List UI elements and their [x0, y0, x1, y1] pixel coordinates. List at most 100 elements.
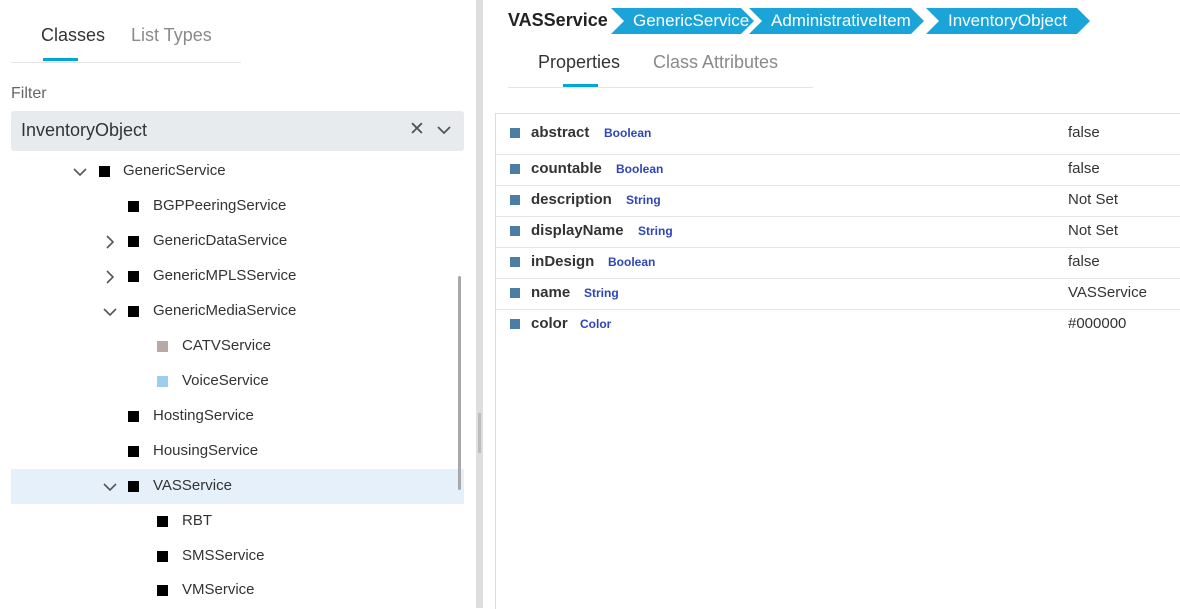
tree-item-genericmplsservice[interactable]: GenericMPLSService: [11, 259, 464, 294]
property-value: Not Set: [1068, 222, 1119, 239]
class-color-swatch: [128, 271, 139, 282]
tree-item-label: GenericService: [123, 162, 226, 179]
breadcrumb-title: VASService: [508, 10, 608, 30]
property-type: String: [626, 193, 661, 207]
property-value: false: [1068, 253, 1100, 270]
class-color-swatch: [128, 236, 139, 247]
property-type: String: [638, 224, 673, 238]
tree-item-voiceservice[interactable]: VoiceService: [11, 364, 464, 399]
tree-item-label: HousingService: [153, 442, 259, 459]
chevron-down-icon[interactable]: [102, 304, 118, 320]
tab-class-attributes[interactable]: Class Attributes: [653, 52, 778, 73]
property-name: abstract: [531, 124, 590, 141]
tree-item-label: VASService: [153, 477, 232, 494]
property-value: false: [1068, 160, 1100, 177]
property-name: name: [531, 284, 571, 301]
class-color-swatch: [128, 306, 139, 317]
property-value: false: [1068, 124, 1100, 141]
tree-item-vmservice[interactable]: VMService: [11, 573, 464, 608]
filter-label: Filter: [11, 85, 47, 102]
class-color-swatch: [157, 341, 168, 352]
breadcrumb-chip[interactable]: InventoryObject: [926, 8, 1090, 34]
breadcrumb-chip[interactable]: AdministrativeItem: [749, 8, 924, 34]
class-color-swatch: [128, 201, 139, 212]
class-color-swatch: [157, 585, 168, 596]
property-type: Boolean: [604, 126, 652, 140]
tree-item-label: GenericMediaService: [153, 302, 297, 319]
property-name: description: [531, 191, 612, 208]
active-tab-indicator: [43, 58, 78, 61]
class-color-swatch: [128, 446, 139, 457]
property-row-indesign[interactable]: inDesign Boolean false: [496, 247, 1180, 279]
class-color-swatch: [157, 516, 168, 527]
tree-item-genericdataservice[interactable]: GenericDataService: [11, 224, 464, 259]
pane-splitter[interactable]: [476, 0, 483, 608]
tree-item-label: RBT: [182, 512, 212, 529]
filter-combobox[interactable]: InventoryObject ✕: [11, 111, 464, 151]
class-color-swatch: [157, 376, 168, 387]
property-marker: [510, 226, 520, 236]
tree-item-smsservice[interactable]: SMSService: [11, 539, 464, 574]
tree-item-label: CATVService: [182, 337, 271, 354]
tree-item-hostingservice[interactable]: HostingService: [11, 399, 464, 434]
chevron-down-icon[interactable]: [72, 164, 88, 180]
class-color-swatch: [99, 166, 110, 177]
chevron-down-icon[interactable]: [436, 122, 452, 143]
filter-value[interactable]: InventoryObject: [21, 120, 147, 141]
property-marker: [510, 319, 520, 329]
property-row-name[interactable]: name String VASService: [496, 278, 1180, 310]
class-color-swatch: [128, 411, 139, 422]
detail-tab-bar: Properties Class Attributes: [508, 36, 813, 88]
property-value: #000000: [1068, 315, 1127, 332]
tree-item-label: VMService: [182, 581, 255, 598]
class-detail-pane: VASService GenericService Administrative…: [483, 0, 1180, 609]
property-name: countable: [531, 160, 602, 177]
tree-item-genericservice[interactable]: GenericService: [11, 154, 464, 189]
tree-item-label: VoiceService: [182, 372, 269, 389]
property-name: color: [531, 315, 568, 332]
property-row-countable[interactable]: countable Boolean false: [496, 154, 1180, 186]
property-type: Boolean: [616, 162, 664, 176]
class-color-swatch: [157, 551, 168, 562]
splitter-handle[interactable]: [478, 413, 481, 453]
tab-properties[interactable]: Properties: [538, 52, 620, 73]
property-row-abstract[interactable]: abstract Boolean false: [496, 114, 1180, 155]
property-row-description[interactable]: description String Not Set: [496, 185, 1180, 217]
tab-classes[interactable]: Classes: [41, 25, 105, 46]
tree-item-genericmediaservice[interactable]: GenericMediaService: [11, 294, 464, 329]
left-tab-bar: Classes List Types: [11, 0, 241, 63]
tree-item-vasservice[interactable]: VASService: [11, 469, 464, 504]
tree-item-bgppeeringservice[interactable]: BGPPeeringService: [11, 189, 464, 224]
chevron-down-icon[interactable]: [102, 479, 118, 495]
tree-item-housingservice[interactable]: HousingService: [11, 434, 464, 469]
property-value: VASService: [1068, 284, 1147, 301]
property-marker: [510, 195, 520, 205]
class-browser-pane: Classes List Types Filter InventoryObjec…: [0, 0, 476, 608]
tree-item-label: GenericDataService: [153, 232, 288, 249]
tree-item-label: SMSService: [182, 547, 265, 564]
tree-item-label: GenericMPLSService: [153, 267, 297, 284]
tree-item-label: BGPPeeringService: [153, 197, 287, 214]
property-name: inDesign: [531, 253, 595, 270]
property-value: Not Set: [1068, 191, 1119, 208]
clear-icon[interactable]: ✕: [409, 118, 425, 141]
property-type: Boolean: [608, 255, 656, 269]
property-row-displayname[interactable]: displayName String Not Set: [496, 216, 1180, 248]
active-tab-indicator: [563, 84, 598, 87]
tree-item-label: HostingService: [153, 407, 254, 424]
tab-list-types[interactable]: List Types: [131, 25, 212, 46]
chevron-right-icon[interactable]: [102, 234, 118, 250]
tree-scrollbar[interactable]: [458, 276, 461, 490]
class-color-swatch: [128, 481, 139, 492]
tree-item-catvservice[interactable]: CATVService: [11, 329, 464, 364]
property-row-color[interactable]: color Color #000000: [496, 309, 1180, 340]
property-marker: [510, 257, 520, 267]
property-type: Color: [580, 317, 612, 331]
property-type: String: [584, 286, 619, 300]
property-marker: [510, 164, 520, 174]
chevron-right-icon[interactable]: [102, 269, 118, 285]
tree-item-rbt[interactable]: RBT: [11, 504, 464, 539]
property-marker: [510, 288, 520, 298]
breadcrumb-chip[interactable]: GenericService: [611, 8, 754, 34]
property-marker: [510, 128, 520, 138]
